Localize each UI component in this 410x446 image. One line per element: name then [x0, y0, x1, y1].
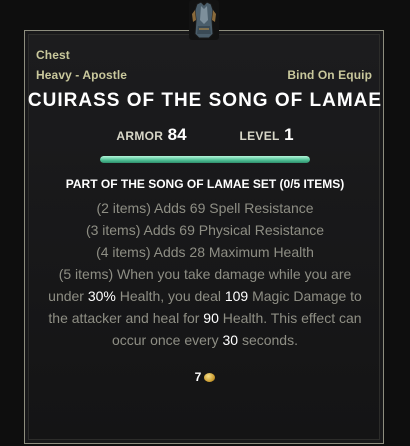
highlight-value: 109 — [224, 288, 249, 304]
text-fragment: Health. This effect can — [218, 310, 362, 326]
condition-bar — [100, 156, 310, 163]
level-label: LEVEL — [239, 129, 280, 143]
set-bonus-5-line-2: under 30% Health, you deal 109 Magic Dam… — [0, 288, 410, 304]
text-fragment: under — [48, 288, 88, 304]
set-title: PART OF THE SONG OF LAMAE SET (0/5 ITEMS… — [65, 177, 345, 191]
set-bonus-5-line-3: the attacker and heal for 90 Health. Thi… — [0, 310, 410, 326]
item-slot: Chest — [36, 48, 70, 62]
highlight-value: 90 — [203, 310, 219, 326]
set-bonus-5-line-4: occur once every 30 seconds. — [0, 332, 410, 348]
gold-amount: 7 — [194, 370, 202, 384]
level-value: 1 — [284, 125, 294, 144]
armor-label: ARMOR — [116, 129, 164, 143]
set-bonus-4: (4 items) Adds 28 Maximum Health — [96, 244, 314, 260]
bind-type: Bind On Equip — [287, 68, 372, 82]
item-weight-style: Heavy - Apostle — [36, 68, 128, 82]
text-fragment: occur once every — [111, 332, 223, 348]
text-fragment: the attacker and heal for — [48, 310, 204, 326]
item-value: 7 — [0, 370, 410, 384]
text-fragment: Magic Damage to — [248, 288, 362, 304]
stats-row: ARMOR 84 LEVEL 1 — [0, 125, 410, 145]
set-bonus-3: (3 items) Adds 69 Physical Resistance — [85, 222, 325, 238]
armor-value: 84 — [167, 125, 187, 144]
text-fragment: seconds. — [238, 332, 298, 348]
text-fragment: Health, you deal — [115, 288, 225, 304]
item-name: CUIRASS OF THE SONG OF LAMAE — [27, 90, 383, 111]
set-bonus-2: (2 items) Adds 69 Spell Resistance — [96, 200, 314, 216]
cuirass-icon — [189, 0, 219, 40]
condition-bar-fill — [100, 156, 310, 163]
highlight-value: 30 — [222, 332, 239, 348]
set-bonus-5-line-1: (5 items) When you take damage while you… — [58, 266, 352, 282]
highlight-value: 30% — [87, 288, 116, 304]
gold-coin-icon — [204, 373, 216, 382]
